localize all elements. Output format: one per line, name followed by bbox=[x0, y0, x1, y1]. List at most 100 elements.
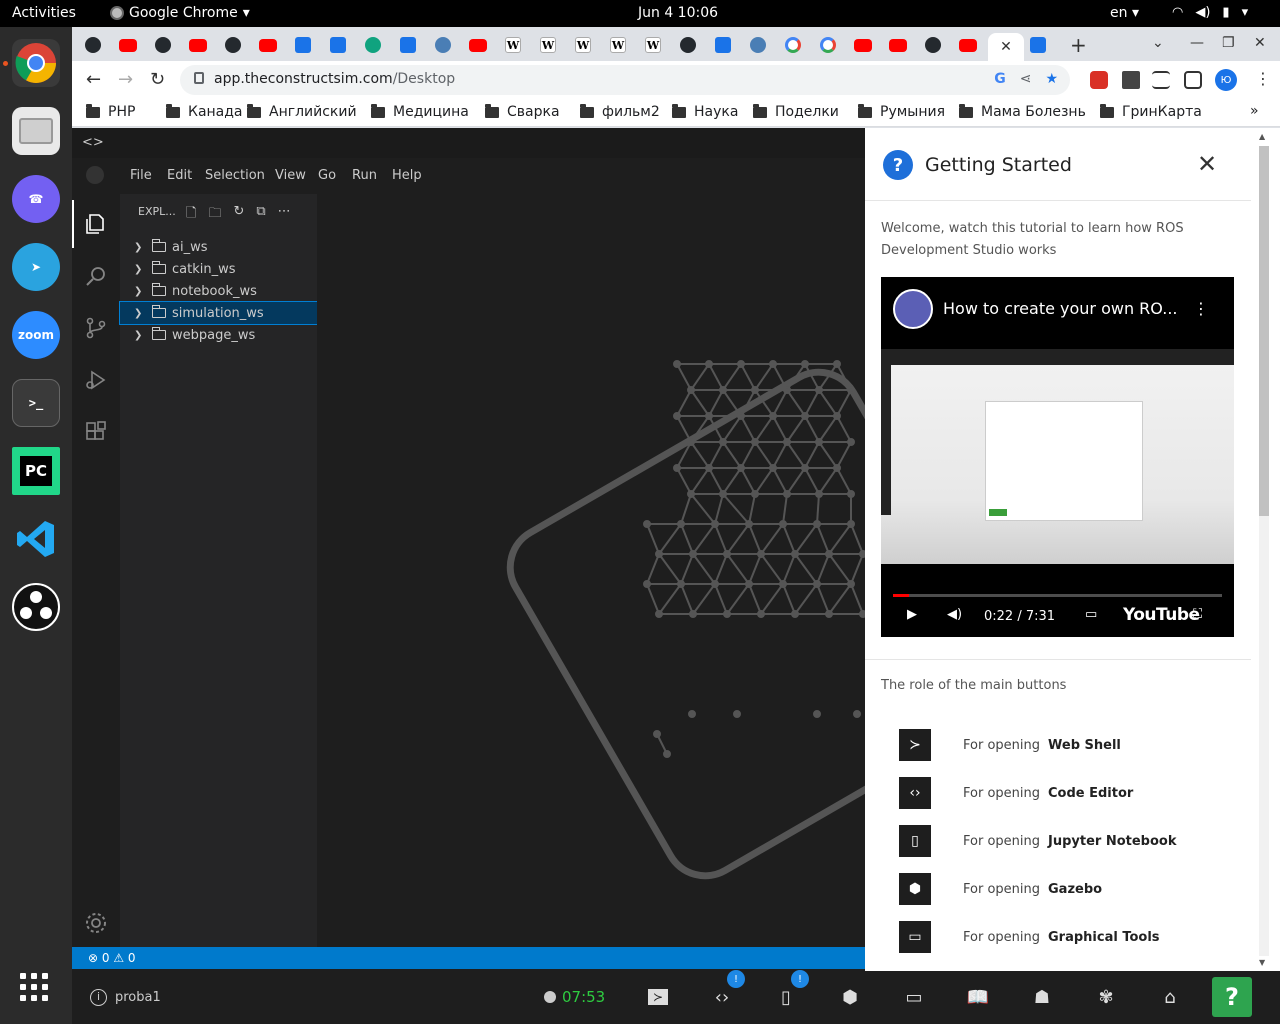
address-bar[interactable]: app.theconstructsim.com/Desktop G ⋖ ★ bbox=[180, 65, 1070, 95]
browser-tab[interactable] bbox=[253, 33, 283, 57]
tutorial-video[interactable]: How to create your own RO... ⋮ ▶ ◀) 0:22… bbox=[881, 277, 1234, 637]
video-progress-bar[interactable] bbox=[893, 594, 1222, 597]
bookmark-folder[interactable]: Медицина bbox=[371, 103, 469, 120]
bookmark-folder[interactable]: фильм2 bbox=[580, 103, 660, 120]
bookmark-star-icon[interactable]: ★ bbox=[1045, 71, 1058, 87]
browser-tab[interactable] bbox=[743, 33, 773, 57]
maximize-button[interactable]: ❐ bbox=[1222, 35, 1235, 51]
bookmark-folder[interactable]: PHP bbox=[86, 103, 135, 120]
run-debug-icon[interactable] bbox=[84, 368, 108, 392]
refresh-icon[interactable]: ↻ bbox=[233, 204, 244, 226]
side-panel-icon[interactable] bbox=[1184, 71, 1202, 89]
robot-button[interactable]: ☗ bbox=[1029, 984, 1055, 1010]
fullscreen-icon[interactable]: ⛶ bbox=[1193, 607, 1202, 622]
tree-folder-ai_ws[interactable]: ❯ ai_ws bbox=[120, 236, 317, 258]
video-title[interactable]: How to create your own RO... bbox=[943, 299, 1178, 318]
bookmark-folder[interactable]: Румыния bbox=[858, 103, 945, 120]
bookmarks-more-button[interactable]: » bbox=[1250, 103, 1259, 119]
extensions-puzzle-icon[interactable] bbox=[1122, 71, 1140, 89]
more-actions-icon[interactable]: ⋯ bbox=[278, 204, 291, 226]
chrome-menu-icon[interactable]: ⋮ bbox=[1255, 69, 1271, 88]
scroll-down-arrow[interactable]: ▼ bbox=[1259, 958, 1265, 967]
bookmark-folder[interactable]: Канада bbox=[166, 103, 243, 120]
video-frame[interactable] bbox=[881, 349, 1234, 564]
browser-tab[interactable] bbox=[288, 33, 318, 57]
browser-tab[interactable] bbox=[673, 33, 703, 57]
volume-icon[interactable]: ◀) bbox=[947, 607, 962, 622]
close-icon[interactable]: ✕ bbox=[1197, 150, 1217, 178]
play-icon[interactable]: ▶ bbox=[907, 607, 917, 622]
scroll-thumb[interactable] bbox=[1259, 146, 1269, 516]
close-window-button[interactable]: ✕ bbox=[1254, 35, 1266, 51]
explorer-icon[interactable] bbox=[84, 212, 108, 236]
new-tab-button[interactable]: + bbox=[1070, 33, 1087, 57]
pycharm-launcher[interactable]: PC bbox=[12, 447, 60, 495]
tree-folder-notebook_ws[interactable]: ❯ notebook_ws bbox=[120, 280, 317, 302]
panel-scrollbar[interactable]: ▲ ▼ bbox=[1251, 128, 1280, 971]
browser-tab[interactable] bbox=[918, 33, 948, 57]
telegram-launcher[interactable]: ➤ bbox=[12, 243, 60, 291]
browser-tab[interactable] bbox=[323, 33, 353, 57]
browser-tab[interactable] bbox=[113, 33, 143, 57]
viber-launcher[interactable]: ☎ bbox=[12, 175, 60, 223]
files-launcher[interactable] bbox=[12, 107, 60, 155]
vscode-launcher[interactable] bbox=[12, 515, 60, 563]
app-menu[interactable]: Google Chrome ▾ bbox=[110, 5, 250, 21]
browser-tab[interactable] bbox=[393, 33, 423, 57]
search-icon[interactable] bbox=[84, 264, 108, 288]
browser-tab[interactable] bbox=[78, 33, 108, 57]
gazebo-button[interactable]: ⬢ bbox=[837, 984, 863, 1010]
browser-tab[interactable] bbox=[218, 33, 248, 57]
media-control-icon[interactable] bbox=[1152, 71, 1170, 89]
menu-edit[interactable]: Edit bbox=[167, 168, 192, 183]
settings-gear-icon[interactable] bbox=[84, 911, 108, 935]
bookmark-folder[interactable]: Наука bbox=[672, 103, 738, 120]
problems-status[interactable]: ⊗ 0 ⚠ 0 bbox=[88, 951, 136, 965]
browser-tab[interactable]: W bbox=[498, 33, 528, 57]
source-control-icon[interactable] bbox=[84, 316, 108, 340]
bookmark-folder[interactable]: ГринКарта bbox=[1100, 103, 1202, 120]
scroll-up-arrow[interactable]: ▲ bbox=[1259, 132, 1265, 141]
extensions-icon[interactable] bbox=[84, 420, 108, 444]
menu-run[interactable]: Run bbox=[352, 168, 377, 183]
zoom-launcher[interactable]: zoom bbox=[12, 311, 60, 359]
browser-tab[interactable] bbox=[778, 33, 808, 57]
book-button[interactable]: 📖 bbox=[965, 984, 991, 1010]
browser-tab[interactable]: W bbox=[533, 33, 563, 57]
system-tray[interactable]: ◠ ◀) ▮ ▾ bbox=[1172, 5, 1248, 20]
captions-icon[interactable]: ▭ bbox=[1085, 607, 1097, 622]
chatgpt-button[interactable]: ✾ bbox=[1093, 984, 1119, 1010]
obs-launcher[interactable] bbox=[12, 583, 60, 631]
browser-tab[interactable]: W bbox=[603, 33, 633, 57]
help-button[interactable]: ? bbox=[1212, 977, 1252, 1017]
menu-help[interactable]: Help bbox=[392, 168, 422, 183]
browser-tab[interactable] bbox=[463, 33, 493, 57]
browser-tab[interactable] bbox=[953, 33, 983, 57]
google-icon[interactable]: G bbox=[994, 71, 1006, 87]
tree-folder-catkin_ws[interactable]: ❯ catkin_ws bbox=[120, 258, 317, 280]
menu-go[interactable]: Go bbox=[318, 168, 336, 183]
web-shell-button[interactable]: ≻ bbox=[645, 984, 671, 1010]
browser-tab[interactable] bbox=[358, 33, 388, 57]
activities-button[interactable]: Activities bbox=[12, 5, 76, 21]
bookmark-folder[interactable]: Английский bbox=[247, 103, 357, 120]
browser-tab[interactable] bbox=[428, 33, 458, 57]
new-folder-icon[interactable]: 🗀 bbox=[208, 204, 221, 226]
jupyter-notebook-button[interactable]: ▯! bbox=[773, 970, 809, 1010]
browser-tab[interactable] bbox=[183, 33, 213, 57]
active-tab[interactable]: ✕ bbox=[988, 33, 1024, 61]
video-more-icon[interactable]: ⋮ bbox=[1193, 299, 1209, 318]
adblock-extension-icon[interactable] bbox=[1090, 71, 1108, 89]
keyboard-layout[interactable]: en ▾ bbox=[1110, 5, 1139, 21]
clock[interactable]: Jun 4 10:06 bbox=[638, 5, 718, 21]
profile-avatar[interactable]: Ю bbox=[1215, 69, 1237, 91]
collapse-all-icon[interactable]: ⧉ bbox=[256, 204, 265, 226]
code-editor-button[interactable]: ‹›! bbox=[709, 970, 745, 1010]
chrome-launcher[interactable] bbox=[12, 39, 60, 87]
back-button[interactable]: ← bbox=[86, 69, 101, 90]
youtube-logo[interactable]: YouTube bbox=[1123, 605, 1200, 625]
bookmark-folder[interactable]: Поделки bbox=[753, 103, 839, 120]
terminal-launcher[interactable]: >_ bbox=[12, 379, 60, 427]
browser-tab[interactable] bbox=[883, 33, 913, 57]
browser-tab[interactable] bbox=[1023, 33, 1053, 57]
